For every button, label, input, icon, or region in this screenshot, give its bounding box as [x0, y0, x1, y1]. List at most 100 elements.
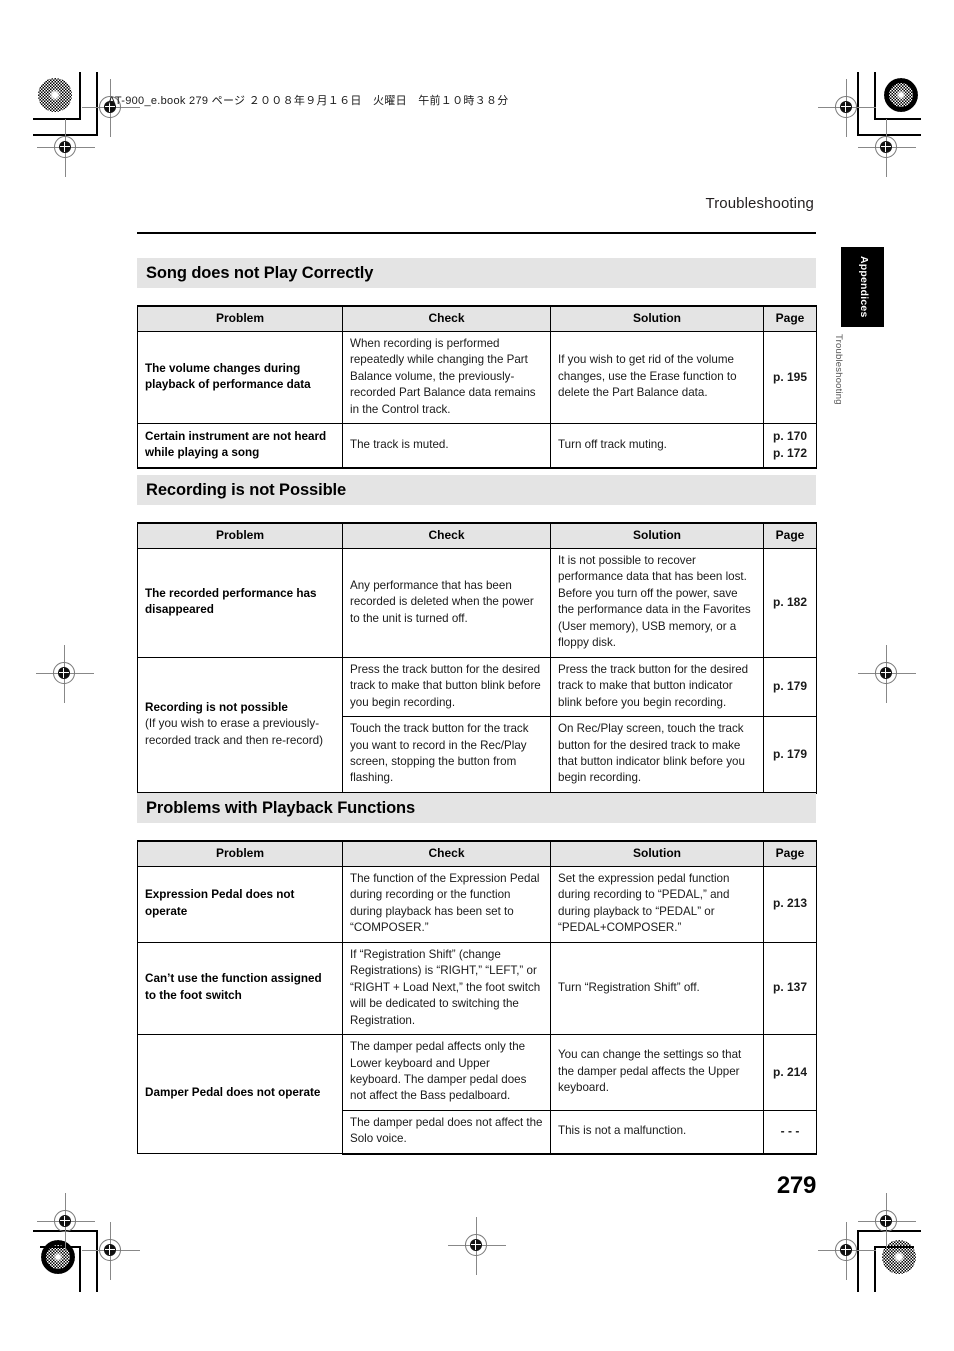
cell-problem: Recording is not possible (If you wish to…: [137, 656, 343, 794]
table-header-row: Problem Check Solution Page: [137, 522, 817, 550]
problem-text: Expression Pedal does not operate: [145, 888, 295, 918]
cell-solution: Press the track button for the desired t…: [550, 656, 764, 718]
table-row: Certain instrument are not heard while p…: [137, 423, 817, 470]
header-rule: [137, 232, 816, 234]
page-reference: p. 172: [772, 446, 808, 461]
column-header-page: Page: [763, 840, 817, 868]
column-header-problem: Problem: [137, 522, 343, 550]
cell-solution: If you wish to get rid of the volume cha…: [550, 331, 764, 425]
problem-text: Certain instrument are not heard while p…: [145, 429, 327, 460]
registration-target-bottom-right-upper: [858, 1193, 916, 1251]
cell-check: Press the track button for the desired t…: [342, 656, 551, 718]
cell-solution: On Rec/Play screen, touch the track butt…: [550, 716, 764, 794]
page-reference: p. 179: [772, 678, 808, 693]
problem-text: Can’t use the function assigned to the f…: [145, 972, 322, 1002]
cell-check: The damper pedal does not affect the Sol…: [342, 1109, 551, 1155]
thumb-tab-appendices: Appendices: [841, 247, 884, 327]
registration-target-bottom-left-upper: [37, 1193, 95, 1251]
cell-problem: The volume changes during playback of pe…: [137, 331, 343, 425]
problem-text: Recording is not possible: [145, 700, 288, 714]
cell-check: If “Registration Shift” (change Registra…: [342, 941, 551, 1036]
column-header-page: Page: [763, 305, 817, 333]
cell-page: - - -: [763, 1109, 817, 1155]
cell-page: p. 213: [763, 866, 817, 943]
section-1: Song does not Play Correctly Problem Check…: [137, 258, 817, 470]
section-title: Song does not Play Correctly: [146, 263, 374, 282]
section-title: Problems with Playback Functions: [146, 798, 416, 817]
page-reference: p. 170: [772, 429, 808, 444]
troubleshooting-table: Problem Check Solution Page The volume chang…: [137, 305, 817, 470]
column-header-problem: Problem: [137, 305, 343, 333]
column-header-check: Check: [342, 305, 551, 333]
table-row: The recorded performance has disappeared…: [137, 548, 817, 658]
table-header-row: Problem Check Solution Page: [137, 305, 817, 333]
cell-check: The function of the Expression Pedal dur…: [342, 866, 551, 943]
cell-problem: Certain instrument are not heard while p…: [137, 423, 343, 470]
cell-page: p. 182: [763, 548, 817, 658]
problem-text: The recorded performance has disappeared: [145, 586, 317, 617]
troubleshooting-table: Problem Check Solution Page Expression Pedal…: [137, 840, 817, 1155]
problem-text: Damper Pedal does not operate: [145, 1086, 321, 1100]
page-reference: p. 195: [772, 369, 808, 384]
cell-check: The damper pedal affects only the Lower …: [342, 1034, 551, 1111]
halftone-registration-circle-top-left: [38, 78, 72, 112]
section-header-bar: Recording is not Possible: [137, 475, 816, 505]
registration-target-bottom-middle: [448, 1217, 506, 1275]
column-header-problem: Problem: [137, 840, 343, 868]
cell-page: p. 179: [763, 656, 817, 718]
column-header-check: Check: [342, 522, 551, 550]
table-row: Recording is not possible (If you wish to…: [137, 656, 817, 794]
cell-page: p. 195: [763, 331, 817, 425]
running-head: Troubleshooting: [705, 195, 814, 212]
column-header-check: Check: [342, 840, 551, 868]
column-header-page: Page: [763, 522, 817, 550]
thumb-tab-label: Appendices: [858, 256, 870, 318]
cell-problem: Damper Pedal does not operate: [137, 1034, 343, 1155]
section-3: Problems with Playback Functions Problem C…: [137, 793, 817, 1155]
table-row: Damper Pedal does not operate The damper …: [137, 1034, 817, 1155]
page-reference: p. 213: [772, 896, 808, 911]
cell-solution: It is not possible to recover performanc…: [550, 548, 764, 658]
cell-page: p. 137: [763, 941, 817, 1036]
cell-problem: Expression Pedal does not operate: [137, 866, 343, 943]
page-number: 279: [776, 1172, 816, 1199]
column-header-solution: Solution: [550, 522, 764, 550]
print-slug-line: AT-900_e.book 279 ページ ２００８年９月１６日 火曜日 午前１…: [108, 95, 509, 107]
section-title: Recording is not Possible: [146, 480, 347, 499]
crop-mark-bottom-left-v2: [79, 1246, 81, 1292]
cell-solution: You can change the settings so that the …: [550, 1034, 764, 1111]
registration-target-top-right-lower: [858, 119, 916, 177]
halftone-registration-circle-top-right: [884, 78, 918, 112]
cell-solution: Set the expression pedal function during…: [550, 866, 764, 943]
cell-problem: The recorded performance has disappeared: [137, 548, 343, 658]
cell-check: Touch the track button for the track you…: [342, 716, 551, 794]
section-header-bar: Song does not Play Correctly: [137, 258, 816, 288]
cell-page: p. 170 p. 172: [763, 423, 817, 470]
problem-subtext: (If you wish to erase a previously-recor…: [145, 717, 323, 747]
cell-problem: Can’t use the function assigned to the f…: [137, 941, 343, 1036]
cell-check: Any performance that has been recorded i…: [342, 548, 551, 658]
registration-target-right-middle: [858, 645, 916, 703]
table-row: Can’t use the function assigned to the f…: [137, 941, 817, 1036]
cell-solution: Turn off track muting.: [550, 423, 764, 470]
page-reference: p. 182: [772, 594, 808, 609]
thumb-tab-sublabel: Troubleshooting: [833, 334, 844, 405]
crop-mark-top-left-v2: [79, 72, 81, 120]
table-row: Expression Pedal does not operate The fun…: [137, 866, 817, 943]
registration-target-top-left-lower: [37, 119, 95, 177]
problem-text: The volume changes during playback of pe…: [145, 361, 311, 392]
cell-check: When recording is performed repeatedly w…: [342, 331, 551, 425]
section-2: Recording is not Possible Problem Check Sol…: [137, 475, 817, 794]
cell-page: p. 214: [763, 1034, 817, 1111]
page-reference: - - -: [780, 1123, 800, 1138]
cell-solution: Turn “Registration Shift” off.: [550, 941, 764, 1036]
cell-page: p. 179: [763, 716, 817, 794]
troubleshooting-table: Problem Check Solution Page The recorded per…: [137, 522, 817, 794]
page-reference: p. 137: [772, 980, 808, 995]
section-header-bar: Problems with Playback Functions: [137, 793, 816, 823]
table-row: The volume changes during playback of pe…: [137, 331, 817, 425]
cell-check: The track is muted.: [342, 423, 551, 470]
column-header-solution: Solution: [550, 305, 764, 333]
cell-solution: This is not a malfunction.: [550, 1109, 764, 1155]
registration-target-left-middle: [36, 645, 94, 703]
